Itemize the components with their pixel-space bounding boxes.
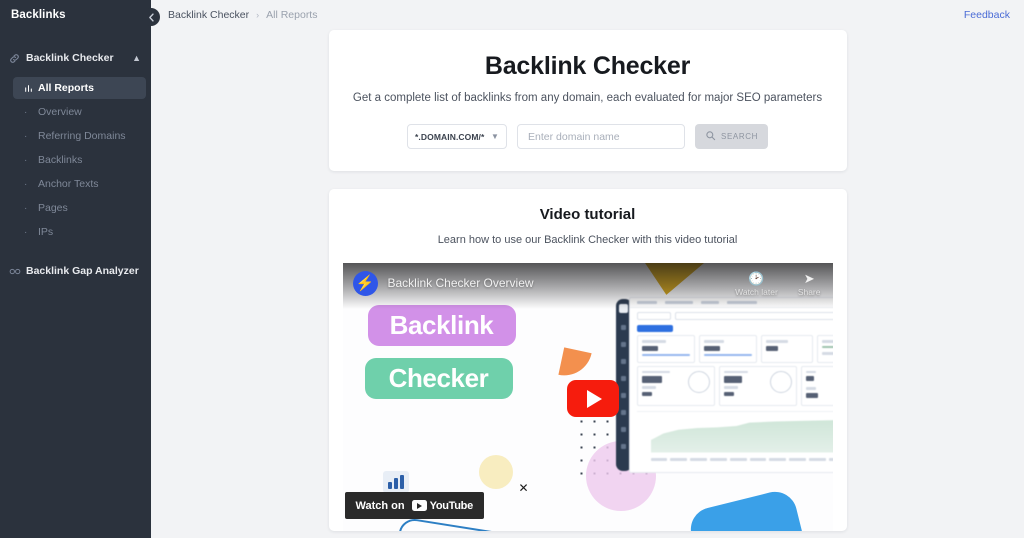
share-label: Share <box>797 287 821 297</box>
video-tutorial-card: Video tutorial Learn how to use our Back… <box>328 189 847 531</box>
sidebar-item-overview[interactable]: · Overview <box>13 101 146 123</box>
sidebar-item-label: Referring Domains <box>38 130 126 142</box>
chevron-up-icon[interactable]: ▲ <box>132 53 141 63</box>
breadcrumb-separator-icon: › <box>256 10 260 20</box>
page-subtitle: Get a complete list of backlinks from an… <box>352 92 823 104</box>
bullet-icon: · <box>24 130 28 142</box>
chevron-down-icon: ▼ <box>490 132 499 141</box>
feedback-link[interactable]: Feedback <box>964 9 1010 21</box>
link-icon <box>9 53 26 64</box>
video-tutorial-subtitle: Learn how to use our Backlink Checker wi… <box>437 234 738 246</box>
dashboard-mockup-body <box>628 297 833 473</box>
sidebar-collapse-button[interactable] <box>142 8 160 26</box>
thumb-word-checker: Checker <box>364 358 513 399</box>
sidebar-item-label: Anchor Texts <box>38 178 99 190</box>
share-arrow-icon: ➤ <box>803 271 815 286</box>
bar-chart-icon <box>382 471 409 493</box>
bullet-icon: · <box>24 226 28 238</box>
decor-yellow-circle <box>478 455 513 489</box>
content-area: Backlink Checker Get a complete list of … <box>151 30 1024 531</box>
youtube-play-button[interactable] <box>566 380 619 417</box>
sidebar-item-label: Backlinks <box>38 154 83 166</box>
bullet-icon: · <box>24 202 28 214</box>
main-content: Backlink Checker › All Reports Feedback … <box>151 0 1024 538</box>
sidebar-subitems: All Reports · Overview · Referring Domai… <box>0 77 151 243</box>
sidebar-item-label: IPs <box>38 226 54 238</box>
sidebar-brand: Backlinks <box>11 9 66 21</box>
youtube-brand-label: YouTube <box>429 499 474 512</box>
bullet-icon: · <box>24 178 28 190</box>
video-tutorial-title: Video tutorial <box>539 206 636 223</box>
chevron-left-icon <box>148 12 154 22</box>
bullet-icon: · <box>24 106 28 118</box>
video-player[interactable]: Backlink Checker ⚡ Backlink Checker Over… <box>342 263 833 531</box>
dashboard-mockup-chart <box>636 410 833 461</box>
search-icon <box>705 130 716 143</box>
channel-bolt-icon[interactable]: ⚡ <box>352 271 378 296</box>
sidebar-item-referring-domains[interactable]: · Referring Domains <box>13 125 146 147</box>
sidebar-item-label: Overview <box>38 106 82 118</box>
search-form: *.DOMAIN.COM/* ▼ SEARCH <box>349 124 827 149</box>
sidebar-item-all-reports[interactable]: All Reports <box>13 77 146 99</box>
video-player-topbar: ⚡ Backlink Checker Overview 🕑 Watch late… <box>342 263 833 309</box>
watch-later-button[interactable]: 🕑 Watch later <box>735 271 778 297</box>
breadcrumb-parent[interactable]: Backlink Checker <box>168 9 249 21</box>
share-button[interactable]: ➤ Share <box>798 271 821 297</box>
watch-on-label: Watch on <box>355 499 405 512</box>
links-icon <box>9 267 26 276</box>
sidebar-item-backlinks[interactable]: · Backlinks <box>13 149 146 171</box>
sidebar-group-label: Backlink Checker <box>26 52 114 64</box>
sidebar-item-label: All Reports <box>38 82 95 94</box>
app-root: Backlinks Backlink Checker ▲ All Reports… <box>0 0 1024 538</box>
sidebar: Backlinks Backlink Checker ▲ All Reports… <box>0 0 160 538</box>
breadcrumb-current: All Reports <box>266 9 318 21</box>
scope-select-value: *.DOMAIN.COM/* <box>415 131 485 142</box>
sidebar-item-anchor-texts[interactable]: · Anchor Texts <box>13 173 146 195</box>
domain-input[interactable] <box>517 124 685 149</box>
dashboard-mockup <box>615 297 833 475</box>
backlink-checker-card: Backlink Checker Get a complete list of … <box>328 30 847 171</box>
search-button[interactable]: SEARCH <box>695 124 768 149</box>
bullet-icon: · <box>24 154 28 166</box>
decor-blue-blob <box>685 487 812 531</box>
clock-icon: 🕑 <box>748 271 765 286</box>
sidebar-link-label: Backlink Gap Analyzer <box>26 265 139 277</box>
sidebar-item-label: Pages <box>38 202 68 214</box>
page-title: Backlink Checker <box>484 52 691 80</box>
sidebar-group-header[interactable]: Backlink Checker ▲ <box>0 46 151 70</box>
thumb-word-backlink: Backlink <box>367 305 516 346</box>
watch-on-youtube-button[interactable]: Watch on YouTube <box>344 492 484 519</box>
close-icon[interactable]: ✕ <box>519 481 529 495</box>
video-player-actions: 🕑 Watch later ➤ Share <box>735 271 822 297</box>
scope-select[interactable]: *.DOMAIN.COM/* ▼ <box>407 124 507 149</box>
decor-orange-quarter <box>557 347 592 381</box>
sidebar-item-pages[interactable]: · Pages <box>13 197 146 219</box>
youtube-logo: YouTube <box>411 499 474 512</box>
watch-later-label: Watch later <box>735 287 778 297</box>
sidebar-item-backlink-gap-analyzer[interactable]: Backlink Gap Analyzer <box>0 259 151 283</box>
breadcrumb: Backlink Checker › All Reports <box>168 9 317 21</box>
sidebar-group-backlink-checker: Backlink Checker ▲ All Reports · Overvie… <box>0 46 151 243</box>
video-player-title[interactable]: Backlink Checker Overview <box>388 276 534 290</box>
topbar: Backlink Checker › All Reports Feedback <box>151 0 1024 30</box>
sidebar-item-ips[interactable]: · IPs <box>13 221 146 243</box>
report-icon <box>24 84 38 93</box>
search-button-label: SEARCH <box>721 132 758 141</box>
